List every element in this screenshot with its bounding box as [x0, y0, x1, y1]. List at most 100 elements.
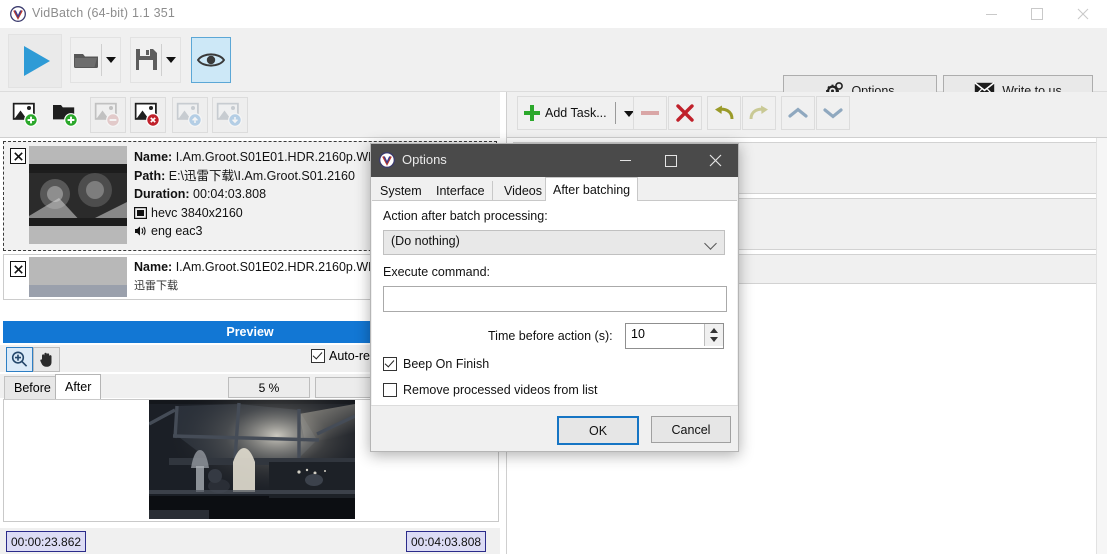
save-file-dropdown-button[interactable] [161, 37, 181, 83]
video-codec-info: hevc 3840x2160 [151, 205, 243, 220]
duration-label: Duration: [134, 187, 190, 201]
time-end[interactable]: 00:04:03.808 [406, 531, 487, 552]
tab-interface[interactable]: Interface [429, 181, 493, 200]
action-select[interactable]: (Do nothing) [383, 230, 725, 255]
window-maximize-button[interactable] [1014, 0, 1060, 28]
add-task-button-label: Add Task... [545, 106, 607, 120]
dialog-maximize-button[interactable] [648, 144, 693, 177]
tab-after[interactable]: After [55, 374, 102, 399]
path-value: E:\迅雷下载\I.Am.Groot.S01.2160 [168, 168, 355, 183]
name-label: Name: [134, 150, 173, 164]
delete-task-button[interactable] [668, 96, 702, 130]
ok-button-label: OK [588, 423, 608, 438]
cancel-button-label: Cancel [671, 422, 711, 437]
pan-tool-button[interactable] [33, 347, 60, 372]
magnifier-icon [11, 351, 28, 367]
dialog-close-button[interactable] [693, 144, 738, 177]
time-start-value: 00:00:23.862 [11, 534, 82, 549]
time-label: Time before action (s): [488, 329, 613, 343]
name-value: I.Am.Groot.S01E01.HDR.2160p.WE [175, 150, 377, 164]
app-logo-icon [379, 152, 395, 168]
tab-after-label: After [65, 380, 92, 394]
stepper-buttons[interactable] [704, 324, 723, 346]
app-logo-icon [10, 6, 26, 22]
zoom-percent-value: 5 % [258, 380, 280, 395]
speaker-icon [134, 224, 147, 236]
undo-button[interactable] [707, 96, 741, 130]
open-file-button[interactable] [70, 37, 103, 83]
tab-videos[interactable]: Videos [497, 181, 550, 200]
add-folder-button[interactable] [48, 97, 84, 133]
open-file-dropdown-button[interactable] [101, 37, 121, 83]
time-start[interactable]: 00:00:23.862 [6, 531, 87, 552]
options-dialog[interactable]: Options System Interface Videos After ba… [370, 143, 739, 452]
name-value: I.Am.Groot.S01E02.HDR.2160p.WE [175, 260, 377, 274]
tab-videos-label: Videos [504, 183, 542, 198]
window-close-button[interactable] [1060, 0, 1106, 28]
audio-info: eng eac3 [151, 224, 203, 238]
beep-on-finish-checkbox[interactable]: Beep On Finish [383, 357, 489, 371]
action-label: Action after batch processing: [383, 209, 548, 223]
tab-system-label: System [380, 183, 422, 198]
auto-refresh-label: Auto-re [329, 349, 370, 363]
chevron-down-icon [704, 237, 717, 250]
move-image-up-button [172, 97, 208, 133]
dialog-footer: OK Cancel [371, 405, 738, 451]
stepper-up-icon[interactable] [710, 328, 718, 333]
add-image-button[interactable] [8, 97, 44, 133]
checkbox-icon [383, 357, 397, 371]
preview-eye-button[interactable] [191, 37, 231, 83]
preview-time-row: 00:00:23.862 00:04:03.808 [0, 528, 500, 554]
preview-frame [149, 400, 355, 519]
remove-processed-label: Remove processed videos from list [403, 383, 598, 397]
main-toolbar: Options Write to us [0, 28, 1107, 107]
cancel-button[interactable]: Cancel [651, 416, 731, 443]
action-select-value: (Do nothing) [391, 234, 460, 248]
name-label: Name: [134, 260, 173, 274]
main-window-titlebar: VidBatch (64-bit) 1.1 351 [0, 0, 1107, 28]
hand-icon [39, 352, 51, 367]
move-up-button[interactable] [781, 96, 815, 130]
tab-after-batching[interactable]: After batching [545, 177, 639, 201]
eye-icon [197, 53, 225, 67]
time-stepper[interactable]: 10 [625, 323, 724, 349]
remove-image-button [90, 97, 126, 133]
checkbox-icon [311, 349, 325, 363]
command-label: Execute command: [383, 265, 490, 279]
tab-system[interactable]: System [373, 181, 430, 200]
image-toolbar [0, 92, 500, 138]
right-scrollbar[interactable] [1096, 138, 1107, 554]
preview-header-label: Preview [226, 325, 274, 339]
delete-image-button[interactable] [130, 97, 166, 133]
play-button[interactable] [8, 34, 62, 88]
checkbox-icon [383, 383, 397, 397]
remove-item-icon[interactable] [10, 261, 26, 277]
time-end-value: 00:04:03.808 [411, 534, 482, 549]
window-minimize-button[interactable] [968, 0, 1014, 28]
auto-refresh-checkbox[interactable]: Auto-re [311, 349, 370, 363]
beep-on-finish-label: Beep On Finish [403, 357, 490, 371]
film-icon [134, 206, 148, 219]
ok-button[interactable]: OK [557, 416, 639, 445]
move-down-button[interactable] [816, 96, 850, 130]
move-image-down-button [212, 97, 248, 133]
task-toolbar: Add Task... [506, 92, 1107, 138]
tab-interface-label: Interface [436, 183, 485, 198]
dialog-tabs: System Interface Videos After batching [371, 177, 738, 201]
add-task-button[interactable]: Add Task... [517, 96, 639, 130]
dialog-body: Action after batch processing: (Do nothi… [372, 200, 737, 406]
redo-button [742, 96, 776, 130]
dialog-minimize-button[interactable] [603, 144, 648, 177]
video-thumbnail [29, 257, 127, 297]
remove-item-icon[interactable] [10, 148, 26, 164]
video-thumbnail [29, 146, 127, 244]
dialog-titlebar: Options [371, 144, 738, 177]
remove-processed-checkbox[interactable]: Remove processed videos from list [383, 383, 598, 397]
command-input[interactable] [383, 286, 727, 312]
stepper-down-icon[interactable] [710, 337, 718, 342]
zoom-percent-field[interactable]: 5 % [228, 377, 310, 398]
window-title: VidBatch (64-bit) 1.1 351 [32, 6, 176, 20]
tab-before[interactable]: Before [4, 376, 61, 399]
zoom-tool-button[interactable] [6, 347, 33, 372]
save-file-button[interactable] [130, 37, 163, 83]
